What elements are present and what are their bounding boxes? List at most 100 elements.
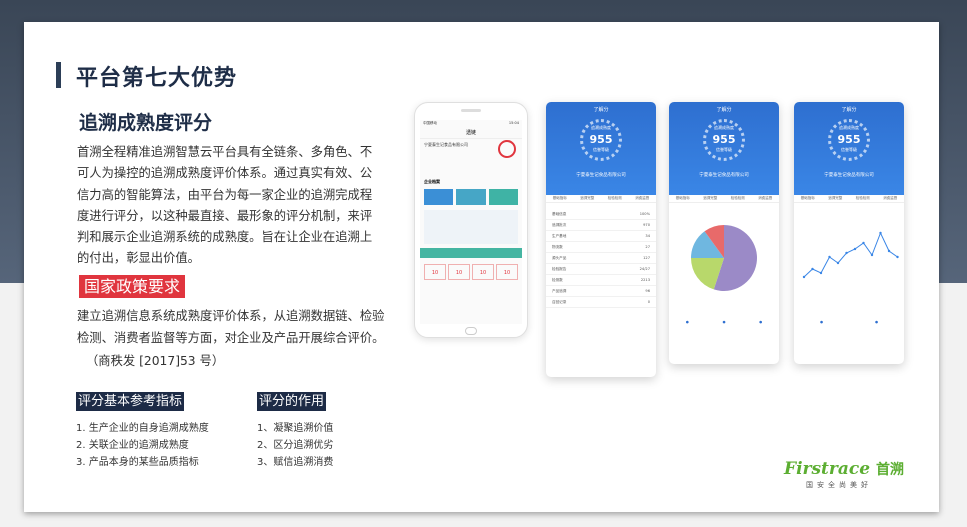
list-item: 1. 生产企业的自身追溯成熟度	[76, 423, 209, 434]
carrier-label: 中国移动	[423, 121, 437, 125]
tab-consumer[interactable]: 消费监督	[883, 196, 897, 201]
title-accent-bar	[56, 62, 61, 88]
tab-basic[interactable]: 基础指标	[553, 196, 567, 201]
section-heading: 追溯成熟度评分	[79, 112, 213, 134]
tab-consumer[interactable]: 消费监督	[758, 196, 772, 201]
score-header: 了解分 追溯成熟度 955 信誉等级 宁夏泰生记食品有限公司	[546, 102, 656, 195]
line-point	[828, 255, 831, 259]
level-label: 信誉等级	[716, 147, 732, 152]
footer-buttons: ● ●	[794, 317, 904, 327]
time-label: 15:04	[508, 121, 519, 125]
mobile-screen-pie: 了解分 追溯成熟度 955 信誉等级 宁夏泰生记食品有限公司 基础指标 追溯完整…	[669, 102, 779, 364]
footer-button[interactable]: ●	[875, 320, 878, 324]
tab-bar: 基础指标 追溯完整 检验检测 消费监督	[546, 195, 656, 203]
footer-button[interactable]: ●	[759, 320, 762, 324]
mobile-screen-table: 了解分 追溯成熟度 955 信誉等级 宁夏泰生记食品有限公司 基础指标 追溯完整…	[546, 102, 656, 377]
score-header: 了解分 追溯成熟度 955 信誉等级 宁夏泰生记食品有限公司	[794, 102, 904, 195]
phone-speaker	[461, 109, 481, 112]
list-item: 2、区分追溯优劣	[257, 440, 334, 451]
footer-button[interactable]: ●	[686, 320, 689, 324]
table-row: 基础信息 100%	[546, 209, 656, 220]
table-row: 检测数 2213	[546, 275, 656, 286]
level-label: 信誉等级	[841, 147, 857, 152]
table-row: 源头产品 127	[546, 253, 656, 264]
tab-basic[interactable]: 基础指标	[676, 196, 690, 201]
score-box: 10	[496, 264, 518, 280]
tab-inspect[interactable]: 检验检测	[608, 196, 622, 201]
line-point	[819, 271, 823, 275]
tab-inspect[interactable]: 检验检测	[856, 196, 870, 201]
company-label: 宁夏泰生记食品有限公司	[824, 173, 874, 178]
tab-trace[interactable]: 追溯完整	[828, 196, 842, 201]
tab-consumer[interactable]: 消费监督	[635, 196, 649, 201]
score-header: 了解分 追溯成熟度 955 信誉等级 宁夏泰生记食品有限公司	[669, 102, 779, 195]
indicators-header: 评分基本参考指标	[76, 392, 185, 411]
phone-icon-grid	[424, 210, 518, 244]
list-item: 3. 产品本身的某些品质指标	[76, 457, 199, 468]
line-point	[870, 253, 874, 257]
phone-cards	[420, 187, 522, 207]
phone-card	[456, 189, 486, 205]
table-row: 追溯批次 970	[546, 220, 656, 231]
phone-mockup: 中国移动 15:04 透链 宁夏泰生记食品有限公司 企业档案 10 10 10 …	[414, 102, 528, 338]
brand-slogan: 国安全尚美好	[806, 481, 872, 489]
screen-title: 了解分	[593, 107, 609, 113]
line-point	[802, 275, 806, 279]
table-row: 产品追溯 96	[546, 286, 656, 297]
line-series	[803, 231, 898, 278]
phone-green-bar	[420, 248, 522, 258]
score-box: 10	[472, 264, 494, 280]
tab-inspect[interactable]: 检验检测	[731, 196, 745, 201]
status-bar: 中国移动 15:04	[420, 120, 522, 127]
line-point	[853, 247, 857, 251]
footer-button[interactable]: ●	[820, 320, 823, 324]
line-point	[811, 267, 814, 271]
detail-table: 基础信息 100% 追溯批次 970 生产基地 34 物流数 27 源头产品 127 检验…	[546, 203, 656, 308]
line-point	[887, 249, 891, 253]
home-button	[465, 327, 477, 335]
phone-score-boxes: 10 10 10 10	[420, 262, 522, 282]
company-label: 宁夏泰生记食品有限公司	[576, 173, 626, 178]
line-point	[862, 241, 865, 245]
score-box: 10	[424, 264, 446, 280]
tab-basic[interactable]: 基础指标	[801, 196, 815, 201]
gauge-label: 追溯成熟度	[839, 125, 859, 130]
tab-trace[interactable]: 追溯完整	[703, 196, 717, 201]
page-title: 平台第七大优势	[76, 66, 238, 91]
tab-bar: 基础指标 追溯完整 检验检测 消费监督	[669, 195, 779, 203]
slide-card: 平台第七大优势 追溯成熟度评分 首溯全程精准追溯智慧云平台具有全链条、多角色、不…	[24, 22, 939, 512]
line-point	[836, 261, 840, 265]
mobile-screen-line: 了解分 追溯成熟度 955 信誉等级 宁夏泰生记食品有限公司 基础指标 追溯完整…	[794, 102, 904, 364]
line-point	[879, 231, 882, 235]
effects-header: 评分的作用	[257, 392, 327, 411]
footer-button[interactable]: ●	[722, 320, 725, 324]
tab-trace[interactable]: 追溯完整	[580, 196, 594, 201]
list-item: 1、凝聚追溯价值	[257, 423, 334, 434]
policy-paragraph: 建立追溯信息系统成熟度评价体系，从追溯数据链、检验检测、消费者监督等方面，对企业…	[77, 309, 385, 345]
phone-section: 企业档案	[424, 179, 440, 184]
brand-logo: Firstrace 首溯	[784, 459, 904, 479]
phone-nav-title: 透链	[420, 127, 522, 139]
footer-buttons: ● ● ●	[669, 317, 779, 327]
policy-tag: 国家政策要求	[79, 275, 186, 298]
phone-screen: 中国移动 15:04 透链 宁夏泰生记食品有限公司 企业档案 10 10 10 …	[420, 120, 522, 324]
effects-list: 1、凝聚追溯价值 2、区分追溯优劣 3、赋信追溯消费	[257, 420, 333, 471]
tab-bar: 基础指标 追溯完整 检验检测 消费监督	[794, 195, 904, 203]
table-row: 检验报告 24/27	[546, 264, 656, 275]
table-row: 物流数 27	[546, 242, 656, 253]
score-value: 955	[712, 133, 736, 146]
list-item: 3、赋信追溯消费	[257, 457, 334, 468]
list-item: 2. 关联企业的追溯成熟度	[76, 440, 189, 451]
intro-paragraph: 首溯全程精准追溯智慧云平台具有全链条、多角色、不可人为操控的追溯成熟度评价体系。…	[77, 145, 373, 266]
score-box: 10	[448, 264, 470, 280]
line-point	[845, 251, 848, 255]
screen-title: 了解分	[716, 107, 732, 113]
line-point	[896, 255, 899, 259]
phone-card	[424, 189, 454, 205]
table-row: 生产基地 34	[546, 231, 656, 242]
policy-reference: （商秩发 [2017]53 号）	[86, 354, 225, 368]
indicators-list: 1. 生产企业的自身追溯成熟度 2. 关联企业的追溯成熟度 3. 产品本身的某些…	[76, 420, 209, 471]
line-chart	[802, 231, 899, 279]
phone-card	[488, 189, 518, 205]
score-value: 955	[589, 133, 613, 146]
